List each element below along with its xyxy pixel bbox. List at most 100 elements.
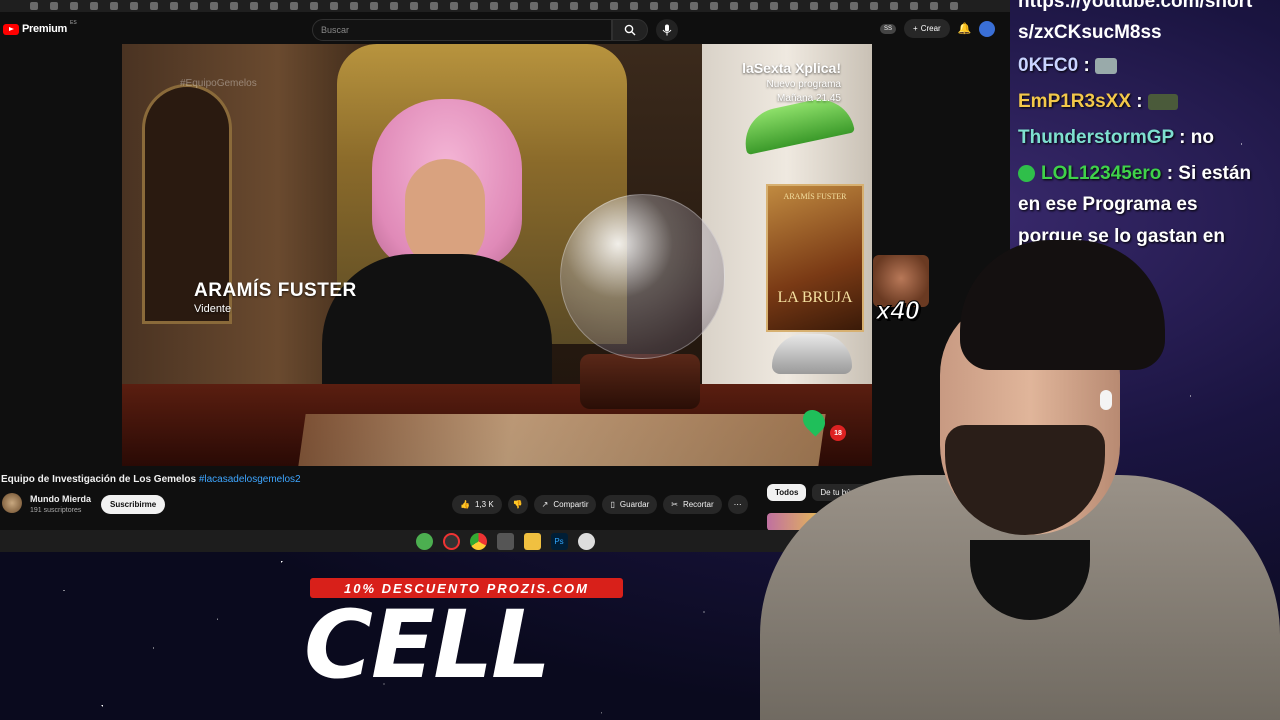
tab-favicon[interactable] bbox=[310, 2, 318, 10]
video-title: Equipo de Investigación de Los Gemelos #… bbox=[1, 474, 301, 485]
tab-favicon[interactable] bbox=[950, 2, 958, 10]
tab-favicon[interactable] bbox=[930, 2, 938, 10]
tank-emote-icon bbox=[1147, 93, 1178, 110]
tab-favicon[interactable] bbox=[490, 2, 498, 10]
tab-favicon[interactable] bbox=[390, 2, 398, 10]
app-icon-2[interactable] bbox=[577, 532, 595, 550]
tab-favicon[interactable] bbox=[350, 2, 358, 10]
ss-badge[interactable]: SS bbox=[880, 23, 897, 34]
tab-favicon[interactable] bbox=[70, 2, 78, 10]
tab-favicon[interactable] bbox=[570, 2, 578, 10]
obs-icon[interactable] bbox=[442, 532, 460, 550]
chrome-icon[interactable] bbox=[469, 532, 487, 550]
header-actions: SS + Crear 🔔 bbox=[880, 19, 996, 38]
spotify-icon[interactable] bbox=[415, 532, 433, 550]
chat-message: ThunderstormGP : no bbox=[1018, 122, 1214, 154]
chat-separator: : bbox=[1179, 127, 1186, 148]
video-hashtag-link[interactable]: #lacasadelosgemelos2 bbox=[199, 474, 301, 485]
tab-favicon[interactable] bbox=[410, 2, 418, 10]
tab-favicon[interactable] bbox=[650, 2, 658, 10]
tab-favicon[interactable] bbox=[690, 2, 698, 10]
clip-button[interactable]: ✂ Recortar bbox=[663, 495, 722, 514]
subscribe-button[interactable]: Suscribirme bbox=[101, 495, 166, 514]
tab-favicon[interactable] bbox=[770, 2, 778, 10]
channel-name[interactable]: Mundo Mierda bbox=[30, 494, 91, 504]
tab-favicon[interactable] bbox=[730, 2, 738, 10]
tab-favicon[interactable] bbox=[270, 2, 278, 10]
tab-favicon[interactable] bbox=[890, 2, 898, 10]
cat-emote-icon bbox=[1095, 57, 1118, 74]
channel-subscriber-count: 191 suscriptores bbox=[30, 507, 82, 514]
search-input[interactable]: Buscar bbox=[312, 19, 612, 41]
tab-favicon[interactable] bbox=[710, 2, 718, 10]
stream-layout: Premium ES Buscar SS + Crear 🔔 ARAMÍS FU… bbox=[0, 0, 1280, 720]
account-avatar[interactable] bbox=[979, 20, 996, 37]
youtube-logo[interactable]: Premium ES bbox=[3, 20, 77, 35]
voice-search-button[interactable] bbox=[656, 19, 678, 41]
tab-favicon[interactable] bbox=[30, 2, 38, 10]
lower-third-role: Vidente bbox=[194, 303, 232, 315]
tab-favicon[interactable] bbox=[450, 2, 458, 10]
save-button[interactable]: ▯ Guardar bbox=[602, 495, 658, 514]
tab-favicon[interactable] bbox=[530, 2, 538, 10]
plus-icon: + bbox=[913, 24, 918, 33]
tab-favicon[interactable] bbox=[630, 2, 638, 10]
thumbs-down-icon: 👎 bbox=[512, 500, 523, 509]
tab-favicon[interactable] bbox=[170, 2, 178, 10]
app-icon[interactable] bbox=[496, 532, 514, 550]
sponsor-logo: CELL bbox=[304, 591, 551, 700]
tab-favicon[interactable] bbox=[550, 2, 558, 10]
chat-url-line-2: s/zxCKsucM8ss bbox=[1018, 22, 1162, 43]
tab-favicon[interactable] bbox=[470, 2, 478, 10]
tab-favicon[interactable] bbox=[670, 2, 678, 10]
streamer-hair bbox=[960, 240, 1165, 370]
tab-favicon[interactable] bbox=[150, 2, 158, 10]
tab-favicon[interactable] bbox=[330, 2, 338, 10]
channel-brand-title: laSexta Xplica! bbox=[742, 60, 841, 76]
notifications-bell-icon[interactable]: 🔔 bbox=[958, 22, 972, 35]
tab-favicon[interactable] bbox=[90, 2, 98, 10]
tab-favicon[interactable] bbox=[130, 2, 138, 10]
search-button[interactable] bbox=[612, 19, 648, 41]
crystal-ball bbox=[560, 194, 725, 359]
browser-tab-strip[interactable] bbox=[0, 0, 1010, 12]
tab-favicon[interactable] bbox=[790, 2, 798, 10]
bookmark-icon: ▯ bbox=[610, 500, 615, 509]
like-button[interactable]: 👍 1,3 K bbox=[452, 495, 502, 514]
file-explorer-icon[interactable] bbox=[523, 532, 541, 550]
search-icon bbox=[624, 24, 636, 36]
tab-favicon[interactable] bbox=[370, 2, 378, 10]
tab-favicon[interactable] bbox=[750, 2, 758, 10]
brand-subtitle-1: Nuevo programa bbox=[766, 79, 841, 90]
create-button[interactable]: + Crear bbox=[904, 19, 950, 38]
face bbox=[405, 159, 485, 269]
streamer-webcam bbox=[740, 240, 1280, 720]
tab-favicon[interactable] bbox=[190, 2, 198, 10]
tab-favicon[interactable] bbox=[850, 2, 858, 10]
clip-label: Recortar bbox=[682, 500, 714, 509]
tab-favicon[interactable] bbox=[430, 2, 438, 10]
logo-region: ES bbox=[69, 20, 77, 26]
tab-favicon[interactable] bbox=[50, 2, 58, 10]
tab-favicon[interactable] bbox=[110, 2, 118, 10]
chat-message-url: https://youtube.com/short s/zxCKsucM8ss bbox=[1018, 0, 1252, 48]
tab-favicon[interactable] bbox=[910, 2, 918, 10]
share-button[interactable]: ↗ Compartir bbox=[533, 495, 597, 514]
thumbs-up-icon: 👍 bbox=[460, 500, 470, 509]
tab-favicon[interactable] bbox=[870, 2, 878, 10]
tab-favicon[interactable] bbox=[510, 2, 518, 10]
photoshop-icon[interactable]: Ps bbox=[550, 532, 568, 550]
tab-favicon[interactable] bbox=[810, 2, 818, 10]
share-label: Compartir bbox=[553, 500, 589, 509]
tab-favicon[interactable] bbox=[590, 2, 598, 10]
tab-favicon[interactable] bbox=[250, 2, 258, 10]
tab-favicon[interactable] bbox=[610, 2, 618, 10]
tab-favicon[interactable] bbox=[230, 2, 238, 10]
tab-favicon[interactable] bbox=[830, 2, 838, 10]
dislike-button[interactable]: 👎 bbox=[507, 495, 528, 514]
youtube-play-icon bbox=[3, 23, 19, 35]
tab-favicon[interactable] bbox=[210, 2, 218, 10]
tab-favicon[interactable] bbox=[290, 2, 298, 10]
channel-avatar[interactable] bbox=[2, 493, 22, 513]
earbud bbox=[1100, 390, 1112, 410]
